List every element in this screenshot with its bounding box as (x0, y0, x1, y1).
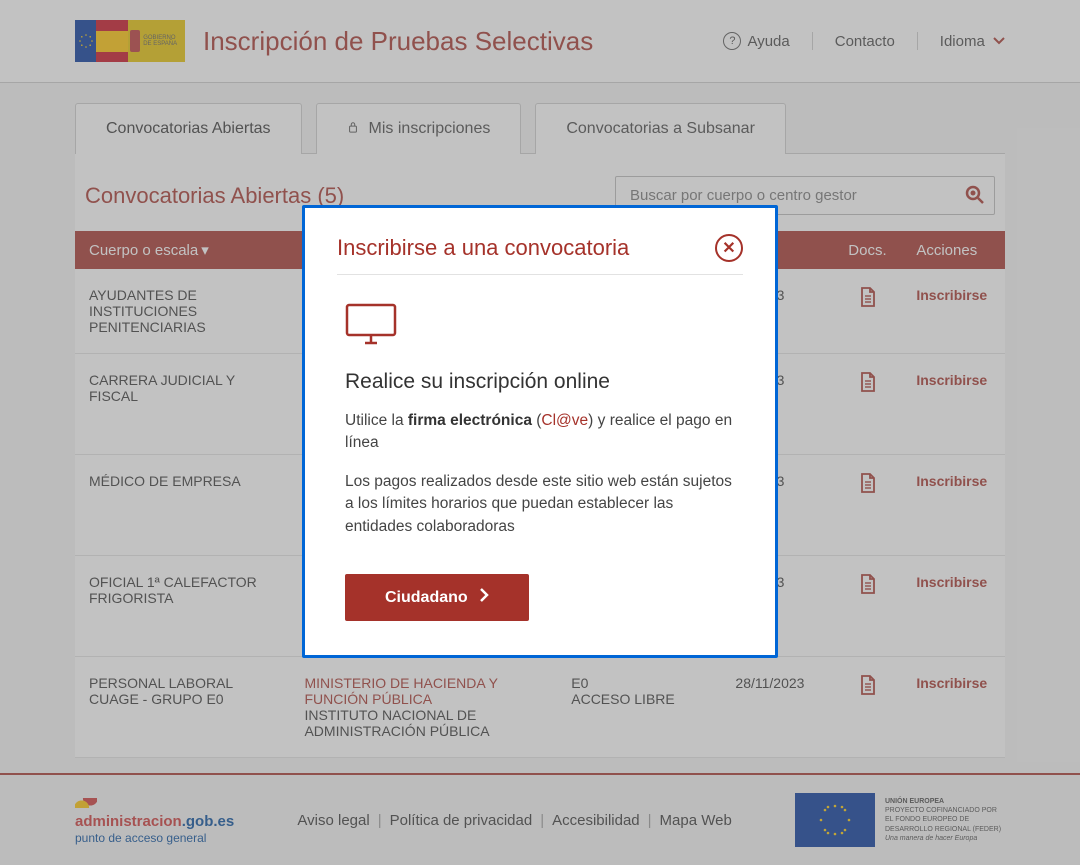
modal-paragraph-1: Utilice la firma electrónica (Cl@ve) y r… (345, 410, 743, 455)
modal: Inscribirse a una convocatoria ✕ Realice… (302, 205, 778, 658)
modal-title: Inscribirse a una convocatoria (337, 235, 629, 261)
close-button[interactable]: ✕ (715, 234, 743, 262)
close-icon: ✕ (722, 238, 735, 258)
ciudadano-button[interactable]: Ciudadano (345, 574, 529, 621)
modal-paragraph-2: Los pagos realizados desde este sitio we… (345, 471, 743, 538)
chevron-right-icon (480, 588, 489, 607)
monitor-icon (345, 303, 743, 352)
modal-header: Inscribirse a una convocatoria ✕ (337, 234, 743, 275)
modal-subtitle: Realice su inscripción online (345, 370, 743, 394)
modal-overlay[interactable]: Inscribirse a una convocatoria ✕ Realice… (0, 0, 1080, 865)
